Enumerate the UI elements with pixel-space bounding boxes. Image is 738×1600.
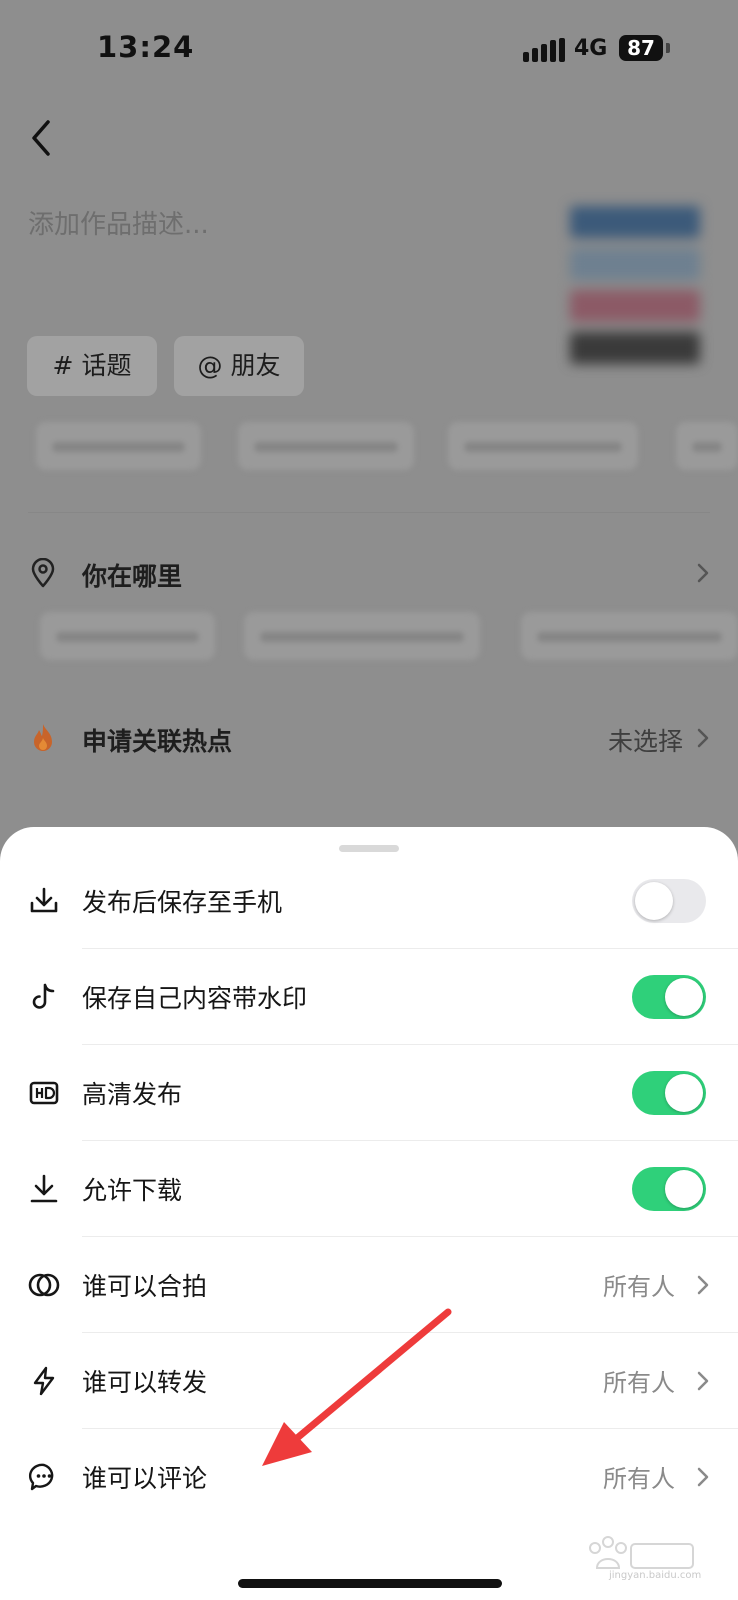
chevron-right-icon [697, 1371, 709, 1391]
lightning-icon [33, 1366, 55, 1396]
chevron-right-icon [697, 728, 709, 748]
row-label: 保存自己内容带水印 [82, 984, 308, 1013]
download-icon [30, 887, 58, 913]
hotspot-value: 未选择 [608, 727, 684, 756]
battery-icon: 87 [619, 35, 663, 61]
row-label: 允许下载 [82, 1176, 183, 1205]
download-icon [30, 1174, 58, 1203]
suggested-topic-chip[interactable] [36, 422, 201, 470]
watermark-text: jingyan.baidu.com [609, 1570, 702, 1581]
tiktok-note-icon [32, 983, 55, 1009]
settings-bottom-sheet: 发布后保存至手机 保存自己内容带水印 高清发布 允许下载 谁可以合拍 所有人 谁… [0, 827, 738, 1600]
video-thumbnail[interactable] [560, 198, 710, 383]
suggested-topic-chip[interactable] [238, 422, 414, 470]
topic-button[interactable]: # 话题 [27, 336, 157, 396]
home-indicator[interactable] [238, 1579, 502, 1588]
save-to-phone-toggle[interactable] [632, 879, 706, 923]
allow-download-row[interactable]: 允许下载 [0, 1141, 738, 1237]
row-value: 所有人 [603, 1465, 675, 1493]
hotspot-label[interactable]: 申请关联热点 [82, 722, 232, 758]
suggested-location-chip[interactable] [521, 612, 738, 660]
row-label: 高清发布 [82, 1080, 183, 1109]
signal-icon [523, 38, 565, 62]
row-label: 谁可以评论 [82, 1464, 208, 1493]
location-label[interactable]: 你在哪里 [82, 557, 182, 593]
sheet-grabber[interactable] [339, 845, 399, 852]
divider [28, 512, 710, 513]
description-input[interactable]: 添加作品描述... [28, 204, 209, 241]
row-label: 发布后保存至手机 [82, 888, 283, 917]
hd-icon [29, 1081, 59, 1105]
status-bar: 13:24 4G 87 [0, 0, 738, 100]
row-value: 所有人 [603, 1369, 675, 1397]
flame-icon [34, 724, 52, 751]
row-label: 谁可以合拍 [82, 1272, 208, 1301]
chevron-right-icon [697, 1467, 709, 1487]
hd-publish-toggle[interactable] [632, 1071, 706, 1115]
status-time: 13:24 [97, 30, 195, 64]
network-type: 4G [574, 36, 608, 61]
back-icon[interactable] [28, 118, 58, 158]
annotation-arrow-icon [262, 1308, 452, 1466]
battery-tip [666, 43, 670, 53]
suggested-location-chip[interactable] [244, 612, 480, 660]
watermark-row[interactable]: 保存自己内容带水印 [0, 949, 738, 1045]
chevron-right-icon [697, 563, 709, 583]
suggested-location-chip[interactable] [40, 612, 215, 660]
suggested-topic-chip[interactable] [448, 422, 638, 470]
mention-friend-button[interactable]: @ 朋友 [174, 336, 304, 396]
watermark-toggle[interactable] [632, 975, 706, 1019]
row-label: 谁可以转发 [82, 1368, 208, 1397]
location-pin-icon [31, 558, 55, 588]
duet-icon [28, 1273, 60, 1297]
save-to-phone-row[interactable]: 发布后保存至手机 [0, 853, 738, 949]
hd-publish-row[interactable]: 高清发布 [0, 1045, 738, 1141]
comment-icon [28, 1463, 54, 1491]
row-value: 所有人 [603, 1273, 675, 1301]
suggested-topic-chip[interactable] [676, 422, 738, 470]
chevron-right-icon [697, 1275, 709, 1295]
allow-download-toggle[interactable] [632, 1167, 706, 1211]
